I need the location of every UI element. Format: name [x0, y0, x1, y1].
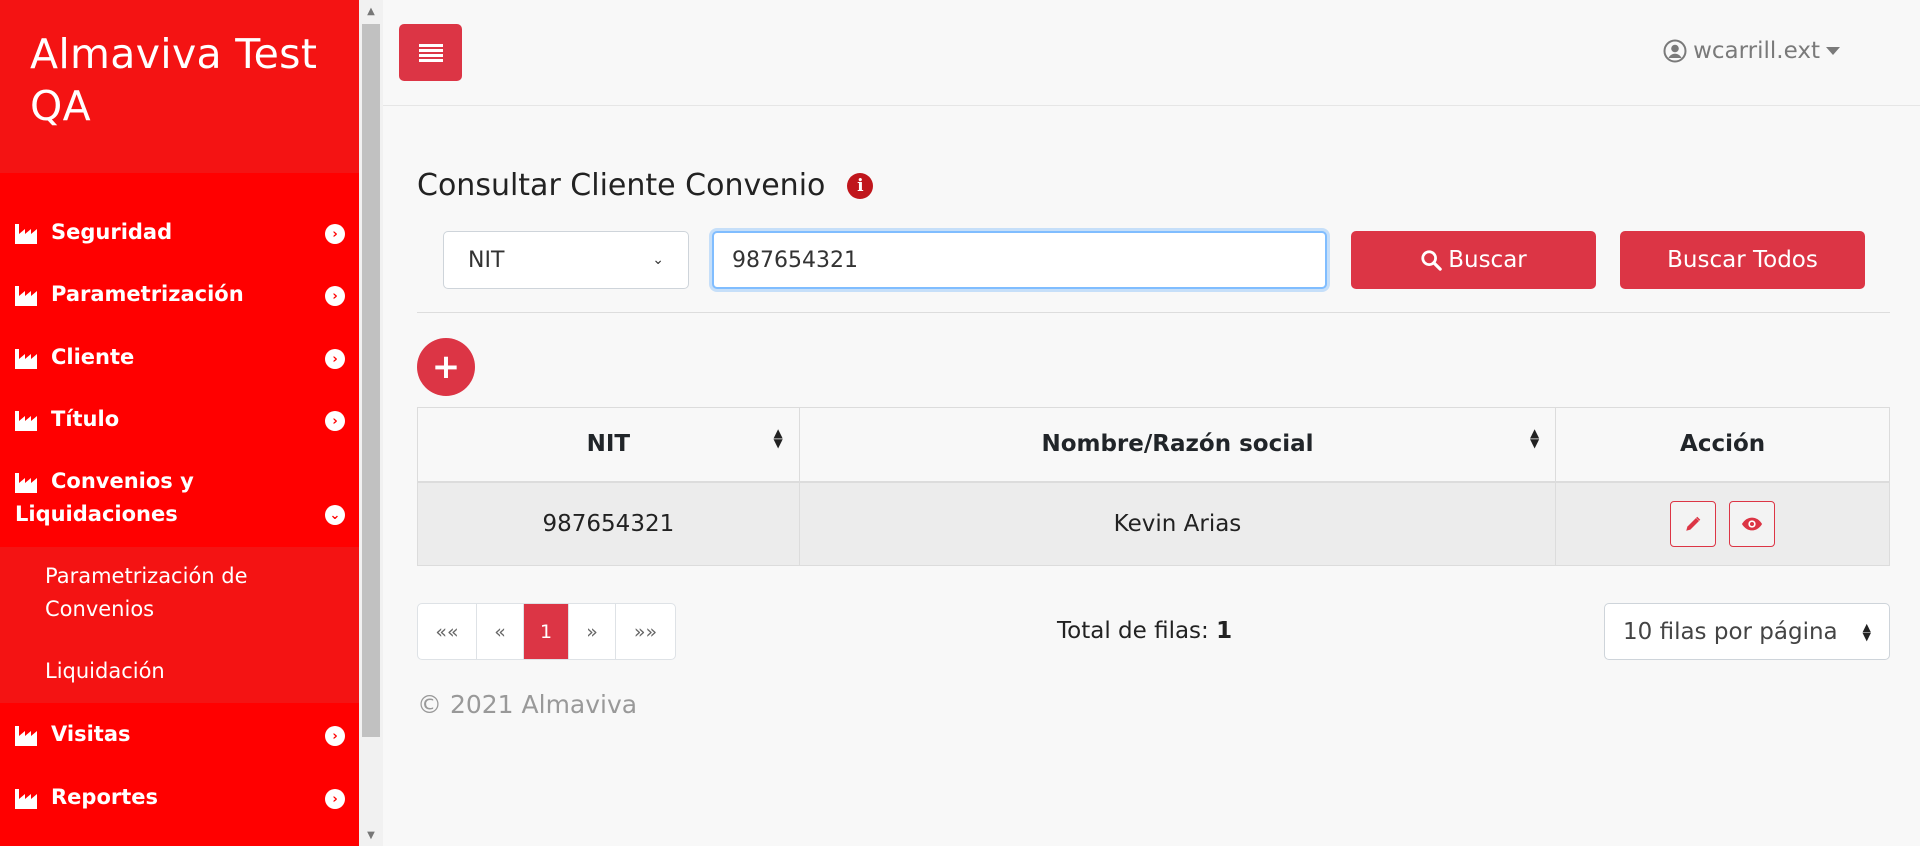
column-header-nit[interactable]: NIT ▲ ▼: [417, 407, 800, 483]
plus-icon: +: [431, 347, 461, 387]
search-input[interactable]: [712, 231, 1327, 289]
chevron-down-icon: ⌄: [325, 505, 345, 525]
submenu-item-liquidacion[interactable]: Liquidación: [45, 655, 165, 688]
page-title: Consultar Cliente Convenio: [417, 168, 826, 203]
sidebar-scrollbar[interactable]: ▲ ▼: [359, 0, 383, 846]
page-last[interactable]: »»: [616, 604, 675, 659]
submenu-convenios: Parametrización de Convenios Liquidación: [0, 547, 359, 703]
chevron-right-icon: ›: [325, 789, 345, 809]
chevron-right-icon: ›: [325, 411, 345, 431]
factory-icon: [15, 411, 37, 431]
sidebar-toggle-button[interactable]: [399, 24, 462, 81]
pagination: «« « 1 » »»: [417, 603, 676, 660]
scroll-down-arrow-icon[interactable]: ▼: [359, 824, 383, 846]
chevron-down-icon: ⌄: [652, 252, 664, 268]
rows-per-page-select[interactable]: 10 filas por página ▲ ▼: [1604, 603, 1890, 660]
caret-down-icon: [1826, 47, 1840, 55]
divider: [417, 312, 1890, 313]
results-table: NIT ▲ ▼ Nombre/Razón social ▲ ▼ Acción 987…: [417, 407, 1890, 566]
sort-icon[interactable]: ▲ ▼: [1530, 427, 1539, 449]
info-icon[interactable]: i: [847, 172, 874, 199]
column-header-accion: Acción: [1555, 407, 1890, 483]
search-all-button-label: Buscar Todos: [1667, 247, 1818, 273]
page-prev[interactable]: «: [477, 604, 524, 659]
chevron-right-icon: ›: [325, 349, 345, 369]
edit-button[interactable]: [1669, 500, 1716, 547]
factory-icon: [15, 473, 37, 493]
table-row: 987654321 Kevin Arias: [417, 481, 1890, 566]
sidebar: Almaviva Test QA Seguridad › Parametriza…: [0, 0, 359, 846]
sidebar-item-parametrizacion[interactable]: Parametrización ›: [0, 278, 359, 311]
sort-updown-icon: ▲ ▼: [1862, 620, 1871, 643]
cell-nombre: Kevin Arias: [798, 481, 1557, 566]
search-icon: [1421, 250, 1442, 271]
sidebar-item-label: Convenios y Liquidaciones: [15, 469, 194, 526]
search-button[interactable]: Buscar: [1351, 231, 1596, 289]
chevron-right-icon: ›: [325, 224, 345, 244]
sidebar-item-cliente[interactable]: Cliente ›: [0, 341, 359, 374]
factory-icon: [15, 726, 37, 746]
sidebar-item-titulo[interactable]: Título ›: [0, 403, 359, 436]
cell-nit: 987654321: [417, 481, 800, 566]
sidebar-item-visitas[interactable]: Visitas ›: [0, 718, 359, 751]
eye-icon: [1742, 517, 1763, 531]
cell-accion: [1555, 481, 1890, 566]
total-rows: Total de filas: 1: [1057, 618, 1232, 644]
hamburger-icon: [418, 43, 443, 62]
factory-icon: [15, 349, 37, 369]
search-type-select[interactable]: NIT ⌄: [443, 231, 689, 289]
search-all-button[interactable]: Buscar Todos: [1620, 231, 1865, 289]
user-menu[interactable]: wcarrill.ext: [1663, 38, 1840, 64]
app-brand: Almaviva Test QA: [0, 0, 359, 173]
rows-per-page-value: 10 filas por página: [1623, 618, 1838, 645]
page-title-row: Consultar Cliente Convenio i: [417, 168, 874, 203]
sidebar-item-label: Título: [51, 407, 120, 431]
sidebar-item-seguridad[interactable]: Seguridad ›: [0, 216, 359, 249]
factory-icon: [15, 789, 37, 809]
user-circle-icon: [1663, 39, 1687, 63]
chevron-right-icon: ›: [325, 286, 345, 306]
pencil-icon: [1686, 516, 1701, 531]
page-first[interactable]: ««: [418, 604, 477, 659]
search-button-label: Buscar: [1448, 247, 1527, 273]
chevron-right-icon: ›: [325, 726, 345, 746]
sidebar-item-label: Reportes: [51, 785, 159, 809]
username: wcarrill.ext: [1693, 38, 1820, 64]
sidebar-item-reportes[interactable]: Reportes ›: [0, 781, 359, 814]
sidebar-item-label: Visitas: [51, 722, 131, 746]
sidebar-item-convenios[interactable]: Convenios y Liquidaciones ⌄: [0, 465, 359, 531]
main-content: Consultar Cliente Convenio i NIT ⌄ Busca…: [383, 106, 1920, 846]
total-rows-label: Total de filas:: [1057, 618, 1209, 644]
total-rows-value: 1: [1216, 618, 1233, 644]
topbar: wcarrill.ext: [383, 0, 1920, 106]
column-header-nombre[interactable]: Nombre/Razón social ▲ ▼: [798, 407, 1557, 483]
scroll-up-arrow-icon[interactable]: ▲: [359, 0, 383, 22]
submenu-item-parametrizacion-convenios[interactable]: Parametrización de Convenios: [45, 560, 325, 626]
sidebar-item-label: Seguridad: [51, 220, 173, 244]
view-button[interactable]: [1729, 500, 1776, 547]
scroll-thumb[interactable]: [362, 24, 380, 737]
sort-icon[interactable]: ▲ ▼: [774, 427, 783, 449]
page-next[interactable]: »: [569, 604, 616, 659]
factory-icon: [15, 286, 37, 306]
add-button[interactable]: +: [417, 338, 475, 396]
sidebar-item-label: Cliente: [51, 345, 135, 369]
page-current[interactable]: 1: [524, 604, 569, 659]
search-type-value: NIT: [468, 247, 505, 273]
sidebar-item-label: Parametrización: [51, 282, 244, 306]
footer-copyright: © 2021 Almaviva: [417, 690, 638, 719]
factory-icon: [15, 224, 37, 244]
